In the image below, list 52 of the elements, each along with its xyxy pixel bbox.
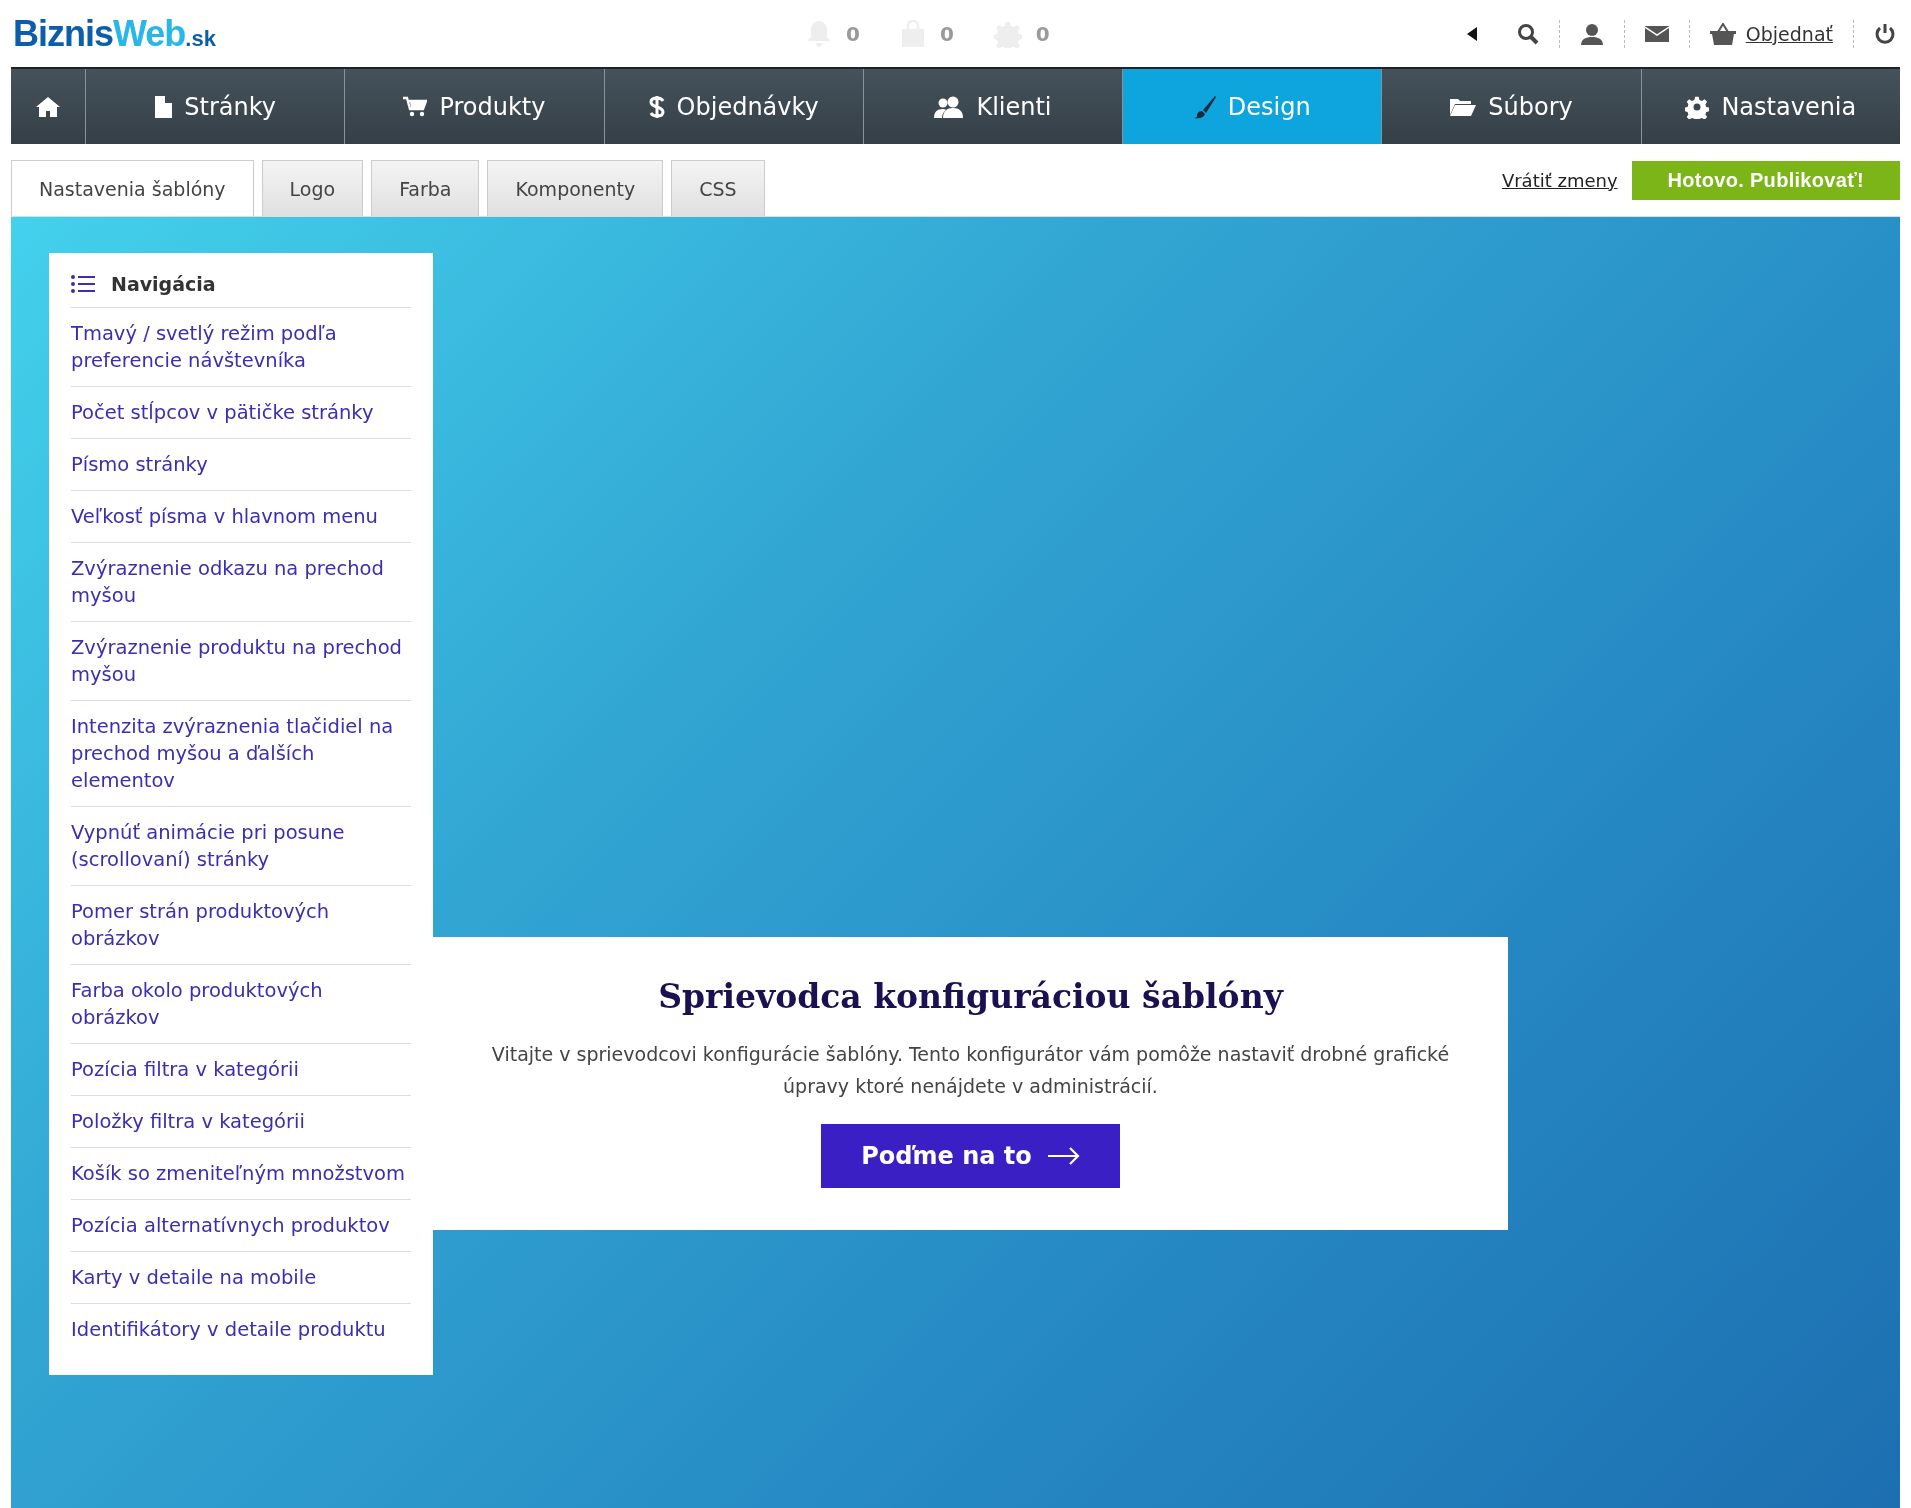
nav-tab[interactable]: Nastavenia xyxy=(1641,69,1900,144)
gear-icon xyxy=(1685,94,1710,119)
user-icon[interactable] xyxy=(1579,22,1604,45)
counter-value: 0 xyxy=(939,21,954,46)
logo[interactable]: BiznisWeb.sk xyxy=(13,12,216,55)
settings-tab[interactable]: Farba xyxy=(371,160,480,216)
users-icon xyxy=(934,95,965,118)
navigation-link[interactable]: Pomer strán produktových obrázkov xyxy=(71,886,411,965)
settings-tab[interactable]: Komponenty xyxy=(487,160,664,216)
panel-title: Navigácia xyxy=(111,273,216,295)
navigation-link[interactable]: Pozícia filtra v kategórii xyxy=(71,1044,411,1096)
caret-left-icon[interactable] xyxy=(1466,26,1477,41)
settings-tab[interactable]: Nastavenia šablóny xyxy=(11,160,254,216)
navigation-link[interactable]: Tmavý / svetlý režim podľa preferencie návštevníka xyxy=(71,308,411,387)
dollar-icon xyxy=(648,94,665,119)
list-icon xyxy=(71,275,95,293)
nav-tab[interactable]: Produkty xyxy=(345,69,605,144)
navigation-link[interactable]: Zvýraznenie produktu na prechod myšou xyxy=(71,622,411,701)
navigation-link[interactable]: Veľkosť písma v hlavnom menu xyxy=(71,491,411,543)
settings-tab[interactable]: CSS xyxy=(671,160,765,216)
brush-icon xyxy=(1193,94,1216,119)
home-icon xyxy=(36,95,60,118)
wizard-title: Sprievodca konfiguráciou šablóny xyxy=(658,977,1283,1016)
navigation-link[interactable]: Farba okolo produktových obrázkov xyxy=(71,965,411,1044)
navigation-link[interactable]: Karty v detaile na mobile xyxy=(71,1252,411,1304)
basket-icon[interactable] xyxy=(1709,22,1736,45)
nav-tab[interactable]: Stránky xyxy=(86,69,346,144)
cart-icon xyxy=(403,95,428,118)
start-button[interactable]: Poďme na to xyxy=(821,1124,1120,1188)
navigation-link[interactable]: Vypnúť animácie pri posune (scrollovaní) stránky xyxy=(71,807,411,886)
navigation-link[interactable]: Písmo stránky xyxy=(71,439,411,491)
search-icon[interactable] xyxy=(1516,22,1539,45)
navigation-link[interactable]: Košík so zmeniteľným množstvom xyxy=(71,1148,411,1200)
nav-tab[interactable]: Objednávky xyxy=(604,69,864,144)
settings-tab[interactable]: Logo xyxy=(261,160,364,216)
navigation-link[interactable]: Intenzita zvýraznenia tlačidiel na prechod myšou a ďalších elementov xyxy=(71,701,411,807)
counter-value: 0 xyxy=(845,21,860,46)
nav-tab[interactable]: Súbory xyxy=(1382,69,1642,144)
navigation-link[interactable]: Položky filtra v kategórii xyxy=(71,1096,411,1148)
wizard-text: Vitajte v sprievodcovi konfigurácie šablóny. Tento konfigurátor vám pomôže nastaviť drobné grafické úpravy ktoré nenájdete v administrácií. xyxy=(490,1042,1451,1099)
arrow-right-icon xyxy=(1047,1147,1080,1165)
folder-icon xyxy=(1450,96,1477,117)
document-icon xyxy=(154,95,173,118)
order-link[interactable]: Objednať xyxy=(1745,22,1833,45)
navigation-link[interactable]: Zvýraznenie odkazu na prechod myšou xyxy=(71,543,411,622)
navigation-link[interactable]: Pozícia alternatívnych produktov xyxy=(71,1200,411,1252)
revert-link[interactable]: Vrátiť zmeny xyxy=(1501,169,1618,191)
navigation-link[interactable]: Identifikátory v detaile produktu xyxy=(71,1304,411,1355)
mail-icon[interactable] xyxy=(1644,25,1669,42)
navigation-link[interactable]: Počet stĺpcov v pätičke stránky xyxy=(71,387,411,439)
power-icon[interactable] xyxy=(1874,22,1896,45)
counter-value: 0 xyxy=(1035,21,1050,46)
